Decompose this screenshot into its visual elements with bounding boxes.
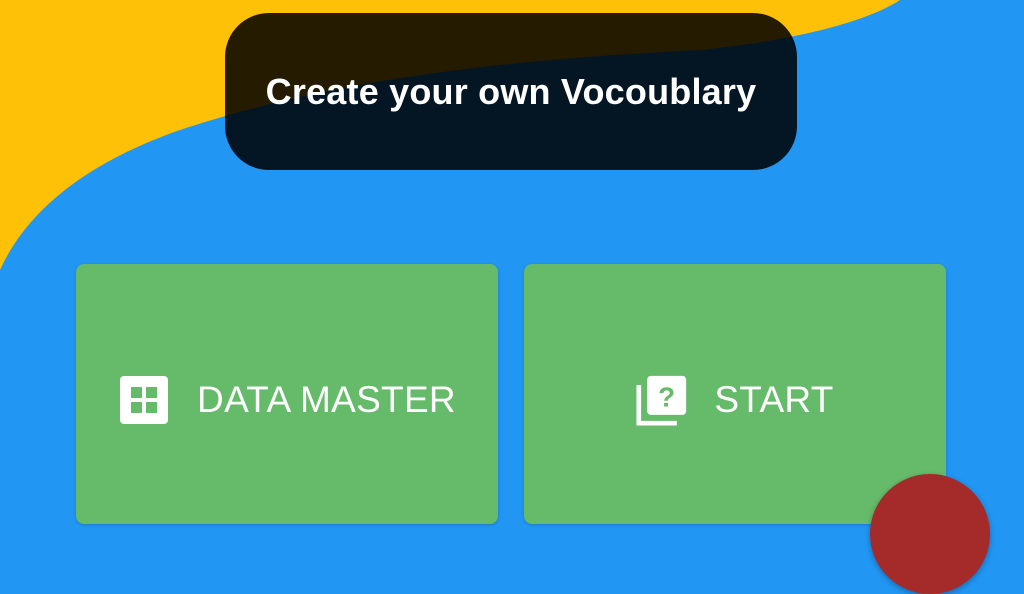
start-content: ? START <box>636 370 833 430</box>
question-library-icon: ? <box>636 374 688 426</box>
data-master-button[interactable]: DATA MASTER <box>76 264 498 524</box>
data-master-content: DATA MASTER <box>118 370 456 430</box>
start-label: START <box>714 379 834 420</box>
start-button[interactable]: ? START <box>524 264 946 524</box>
title-banner: Create your own Vocoublary <box>225 13 797 170</box>
data-master-label: DATA MASTER <box>197 379 456 420</box>
page-title: Create your own Vocoublary <box>265 71 757 112</box>
grid-icon <box>118 374 170 426</box>
floating-action-button[interactable] <box>870 474 990 594</box>
svg-text:?: ? <box>658 382 675 413</box>
